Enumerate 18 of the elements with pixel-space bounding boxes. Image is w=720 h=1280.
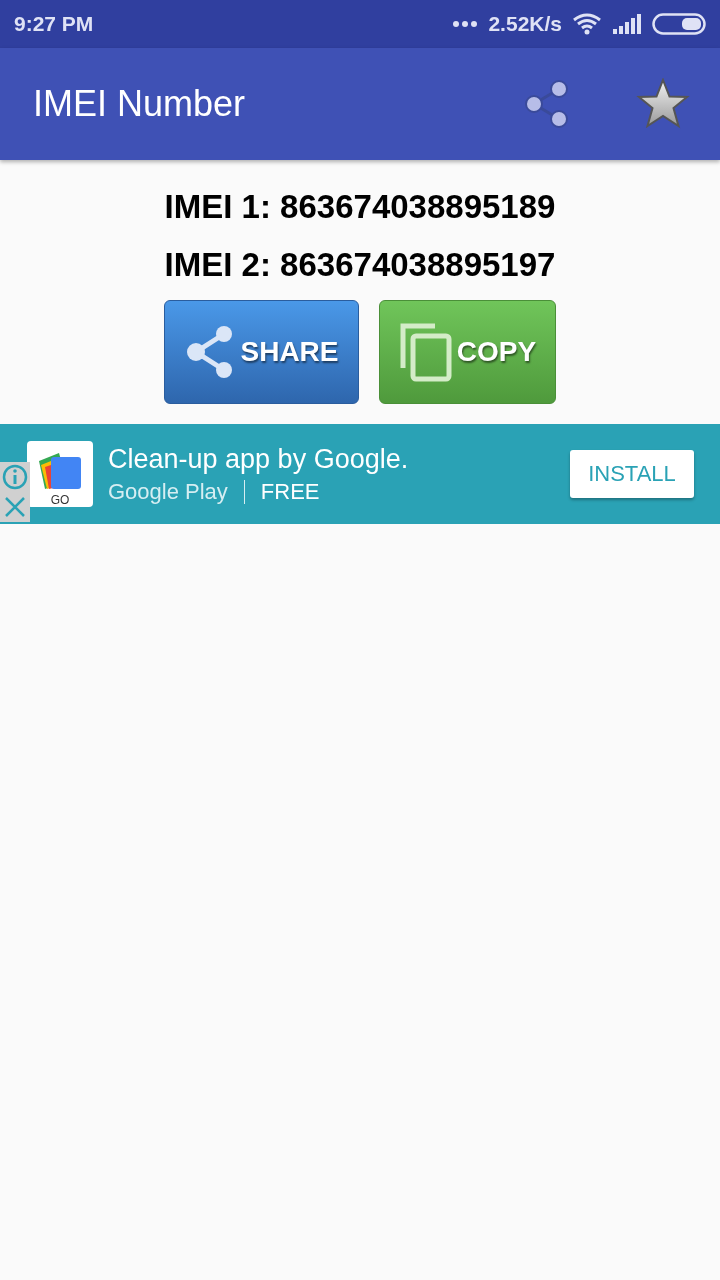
ad-headline: Clean-up app by Google. (108, 443, 410, 475)
price: FREE (260, 478, 320, 505)
copy-button[interactable]: COPY (379, 300, 556, 404)
store-name: Google Play (108, 478, 228, 505)
star-icon[interactable] (636, 78, 690, 130)
signal-icon (612, 14, 642, 34)
copy-icon (398, 322, 453, 382)
dots-icon (452, 20, 479, 28)
wifi-icon (572, 13, 602, 35)
battery-icon (652, 13, 706, 35)
imei-number: IMEI 2: 863674038895197 (164, 245, 556, 285)
app-title: IMEI Number (33, 83, 247, 125)
network-speed: 2.52K/s (488, 12, 562, 36)
imei-number: IMEI 1: 863674038895189 (164, 187, 556, 227)
install-button[interactable]: INSTALL (570, 450, 694, 498)
clock: 9:27 PM (14, 12, 94, 36)
app-icon-label: GO (50, 493, 70, 507)
share-button[interactable]: SHARE (164, 300, 359, 404)
